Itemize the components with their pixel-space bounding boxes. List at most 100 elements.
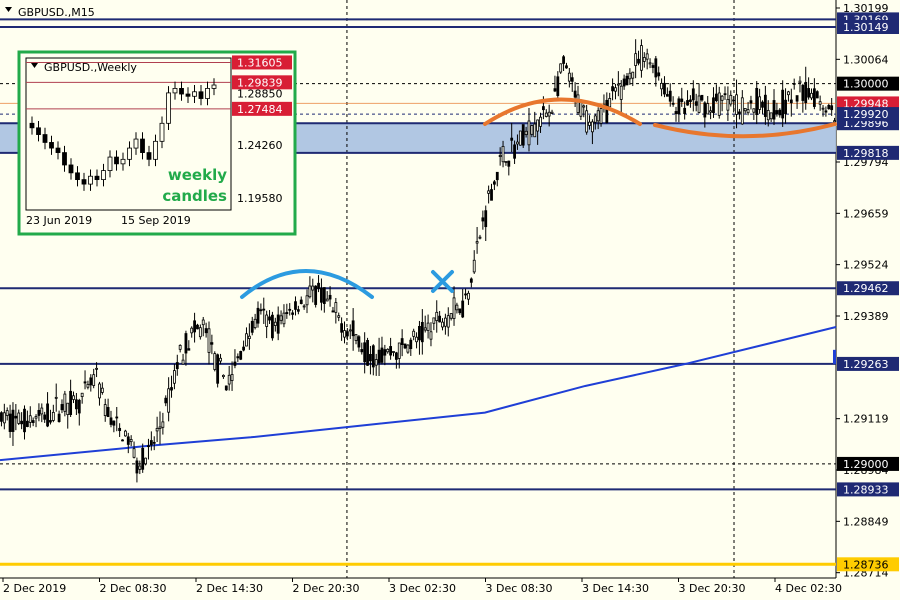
candle-body [77,399,81,414]
candle-body [17,412,21,424]
candle-body [224,385,228,391]
candle-body [138,465,142,470]
candle-body [689,99,692,102]
candle-body [507,160,511,167]
candle-body [789,99,793,104]
candle-body [230,374,234,381]
inset-candle-body [62,152,67,166]
candle-body [775,110,779,115]
candle-body [461,300,465,318]
candle-body [80,392,84,397]
candle-body [8,413,12,432]
candle-body [510,137,514,141]
candle-body [149,440,153,446]
inset-candle-body [81,179,87,185]
candle-body [804,81,808,104]
level-badge-label: 1.29462 [843,282,889,295]
inset-candle-body [198,91,204,99]
candle-body [573,90,577,98]
candle-body [749,100,753,104]
candle-body [438,315,442,323]
candle-body [761,101,764,108]
candle-body [611,86,614,92]
candle-body [642,57,646,62]
inset-candle-body [127,147,132,160]
candle-body [674,111,678,115]
candle-body [198,327,202,338]
candle-body [712,97,715,114]
y-tick-label: 1.29524 [843,259,889,272]
inset-candle-body [179,88,184,95]
candle-body [766,110,770,121]
candle-body [242,346,245,351]
candle-body [363,342,367,363]
inset-y-tick-label: 1.24260 [237,139,283,152]
candle-body [663,82,666,95]
inset-candle-body [55,147,61,153]
candle-body [605,99,609,124]
candle-body [285,312,289,315]
x-tick-label: 2 Dec 08:30 [100,582,167,595]
candle-body [98,383,101,399]
candle-body [187,348,191,351]
y-tick-label: 1.29389 [843,310,889,323]
candle-body [691,88,695,101]
candle-body [726,99,730,111]
x-tick-label: 3 Dec 14:30 [582,582,649,595]
candle-body [833,120,836,123]
candle-body [173,370,176,384]
candle-body [570,77,574,82]
candle-body [256,307,260,324]
inset-candle-body [49,142,54,149]
price-badge-label: 1.29920 [843,108,889,121]
candle-body [294,301,297,310]
inset-x-tick-label: 23 Jun 2019 [26,214,92,227]
candle-body [599,108,603,124]
candle-body [553,88,557,92]
candle-body [100,387,104,393]
candle-body [651,65,655,68]
candle-body [83,381,87,384]
candle-body [213,353,217,370]
inset-caption-candles: candles [162,187,227,205]
candle-body [665,94,669,97]
weekly-inset: GBPUSD.,Weekly 1.316051.298391.274841.28… [17,50,297,236]
candle-body [625,75,629,86]
candle-body [703,102,707,118]
candle-body [389,346,393,356]
candle-body [559,63,563,73]
candle-body [135,460,139,474]
candle-body [308,285,312,298]
candle-body [245,333,248,347]
candle-body [495,171,499,181]
candle-body [161,421,165,428]
candle-body [250,320,254,333]
candle-body [752,108,756,113]
candle-body [556,76,560,96]
candle-body [565,65,568,69]
candle-body [481,217,485,222]
candle-body [516,141,519,145]
candle-body [469,278,473,283]
candle-body [380,347,384,363]
candle-body [299,299,303,304]
candle-body [487,190,491,194]
inset-candle-body [166,92,171,124]
candle-body [738,111,741,114]
candle-body [126,436,130,445]
candle-body [288,308,292,311]
candle-body [723,93,727,96]
candle-body [714,93,718,102]
candle-body [582,105,586,108]
candle-body [818,101,822,105]
candle-body [152,441,156,444]
candle-body [418,325,421,341]
candle-body [787,91,790,96]
price-chart[interactable]: 1.301991.300641.297941.296591.295241.293… [0,0,900,600]
candle-body [668,90,672,102]
candle-body [458,308,462,314]
inset-price-label: 1.31605 [237,56,283,69]
candle-body [207,328,211,353]
candle-body [95,367,98,370]
y-tick-label: 1.29119 [843,413,889,426]
